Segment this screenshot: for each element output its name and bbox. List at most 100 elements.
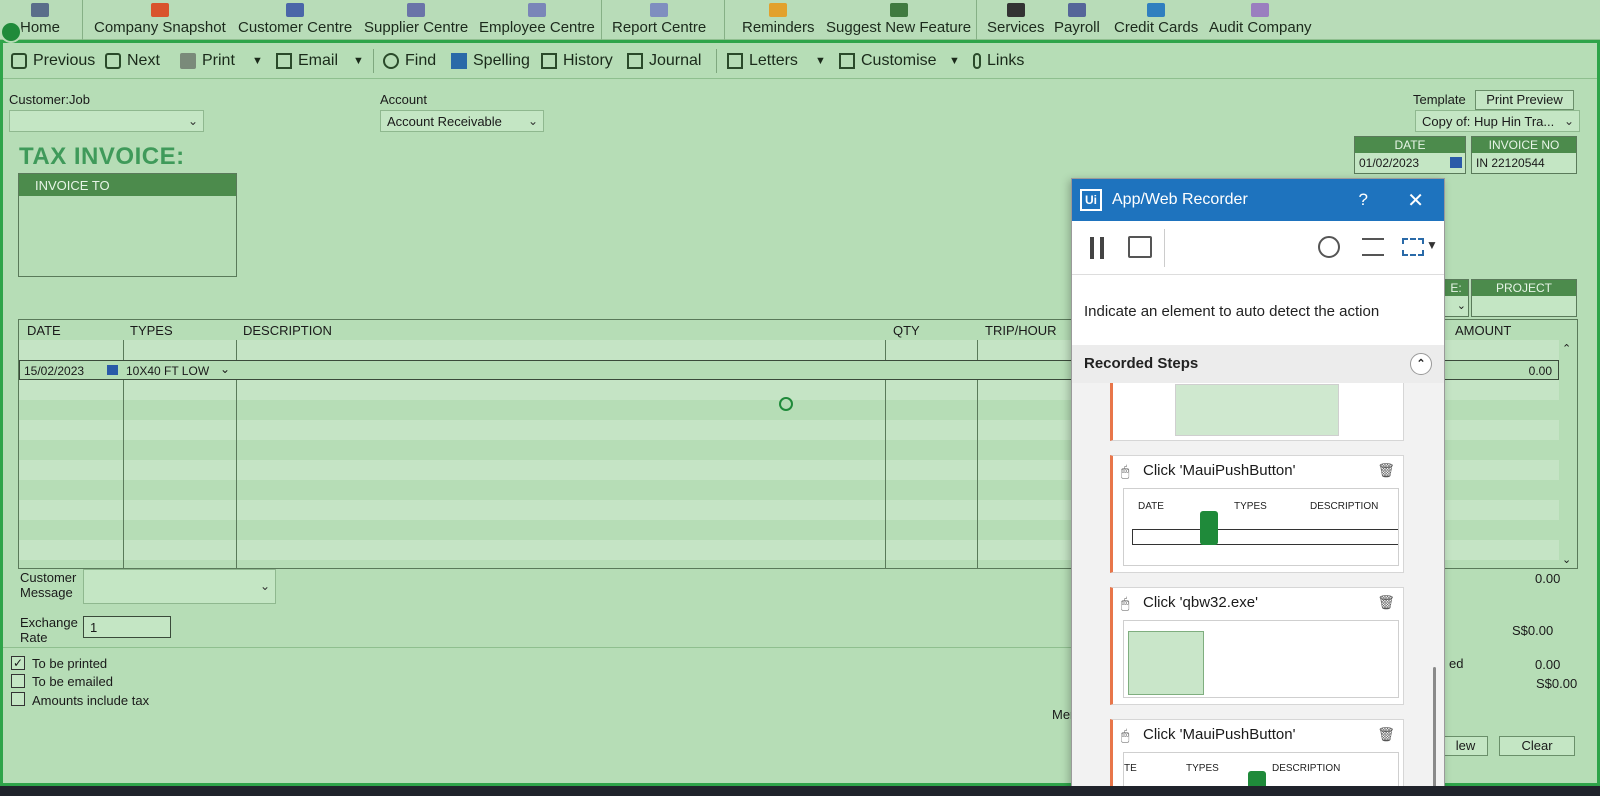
recorder-titlebar: Ui App/Web Recorder ? ✕ bbox=[1072, 179, 1444, 221]
employees-icon bbox=[527, 3, 546, 17]
e-header: E: bbox=[1444, 280, 1468, 296]
customise-label: Customise bbox=[861, 52, 937, 69]
journal-button[interactable]: Journal bbox=[627, 43, 701, 79]
services-button[interactable]: Services bbox=[987, 0, 1045, 40]
save-icon[interactable] bbox=[1128, 236, 1152, 258]
company-snapshot-button[interactable]: Company Snapshot bbox=[94, 0, 226, 40]
invoice-no-box: INVOICE NO IN 22120544 bbox=[1471, 136, 1577, 174]
list-item[interactable]: 🖱 Click 'MauiPushButton' 🗑 DATE TYPES DE… bbox=[1110, 455, 1404, 573]
suggest-feature-button[interactable]: Suggest New Feature bbox=[826, 0, 971, 40]
row-type[interactable]: 10X40 FT LOW bbox=[126, 364, 209, 378]
reminders-button[interactable]: Reminders bbox=[742, 0, 815, 40]
close-button[interactable]: ✕ bbox=[1407, 188, 1424, 213]
scroll-down-icon[interactable]: ⌄ bbox=[1562, 553, 1571, 566]
print-dropdown[interactable]: ▼ bbox=[252, 43, 263, 79]
target-settings-icon[interactable] bbox=[1318, 236, 1340, 258]
print-preview-button[interactable]: Print Preview bbox=[1475, 90, 1574, 110]
project-field[interactable] bbox=[1472, 296, 1576, 316]
chevron-down-icon[interactable]: ⌄ bbox=[220, 362, 230, 376]
divider bbox=[1164, 229, 1165, 267]
list-item[interactable] bbox=[1110, 383, 1404, 441]
column-description: DESCRIPTION bbox=[243, 323, 332, 338]
customise-button[interactable]: Customise bbox=[839, 43, 937, 79]
template-select[interactable]: Copy of: Hup Hin Tra... ⌄ bbox=[1415, 110, 1580, 132]
row-date[interactable]: 15/02/2023 bbox=[24, 364, 84, 378]
payroll-button[interactable]: Payroll bbox=[1054, 0, 1100, 40]
amounts-include-tax-checkbox[interactable] bbox=[11, 692, 25, 706]
journal-icon bbox=[627, 53, 643, 69]
divider bbox=[3, 647, 1073, 648]
date-box: DATE 01/02/2023 bbox=[1354, 136, 1466, 174]
trash-icon[interactable]: 🗑 bbox=[1377, 594, 1395, 611]
account-select[interactable]: Account Receivable ⌄ bbox=[380, 110, 544, 132]
template-value: Copy of: Hup Hin Tra... bbox=[1422, 114, 1555, 129]
history-button[interactable]: History bbox=[541, 43, 613, 79]
chevron-down-icon[interactable]: ▼ bbox=[1426, 238, 1438, 252]
audit-company-button[interactable]: Audit Company bbox=[1209, 0, 1312, 40]
step-thumbnail bbox=[1175, 384, 1339, 436]
trash-icon[interactable]: 🗑 bbox=[1377, 726, 1395, 743]
to-be-emailed-label: To be emailed bbox=[32, 674, 113, 689]
invoice-no-field[interactable]: IN 22120544 bbox=[1472, 153, 1576, 173]
collapse-button[interactable]: ⌃ bbox=[1410, 353, 1432, 375]
project-header: PROJECT bbox=[1472, 280, 1576, 296]
home-button[interactable]: Home bbox=[20, 0, 60, 40]
customer-job-select[interactable]: ⌄ bbox=[9, 110, 204, 132]
calendar-icon[interactable] bbox=[1450, 157, 1462, 168]
customer-centre-button[interactable]: Customer Centre bbox=[238, 0, 352, 40]
list-item[interactable]: 🖱 Click 'qbw32.exe' 🗑 bbox=[1110, 587, 1404, 705]
step-title: 🖱 Click 'MauiPushButton' 🗑 bbox=[1113, 456, 1403, 484]
balance-due-value: S$0.00 bbox=[1536, 676, 1578, 691]
customer-message-label-1: Customer bbox=[20, 570, 77, 585]
save-new-button[interactable]: lew bbox=[1443, 736, 1488, 756]
calendar-icon[interactable] bbox=[107, 365, 118, 375]
previous-label: Previous bbox=[33, 52, 96, 69]
payments-applied-value: 0.00 bbox=[1535, 657, 1561, 672]
exchange-rate-label-1: Exchange bbox=[20, 615, 78, 630]
steps-scrollbar[interactable] bbox=[1433, 667, 1436, 795]
print-button[interactable]: Print bbox=[180, 43, 235, 79]
letters-button[interactable]: Letters bbox=[727, 43, 798, 79]
report-centre-button[interactable]: Report Centre bbox=[612, 0, 706, 40]
to-be-emailed-checkbox[interactable] bbox=[11, 674, 25, 688]
employee-centre-button[interactable]: Employee Centre bbox=[479, 0, 595, 40]
previous-button[interactable]: Previous bbox=[11, 43, 95, 79]
table-scrollbar[interactable]: ⌃ ⌄ bbox=[1559, 340, 1577, 568]
trash-icon[interactable]: 🗑 bbox=[1377, 462, 1395, 479]
recorder-instruction: Indicate an element to auto detect the a… bbox=[1072, 275, 1444, 345]
letters-dropdown[interactable]: ▼ bbox=[815, 43, 826, 79]
recorded-steps-header: Recorded Steps ⌃ bbox=[1072, 345, 1444, 383]
invoice-to-box[interactable]: INVOICE TO bbox=[18, 173, 237, 277]
recording-target-icon bbox=[0, 21, 22, 43]
column-types: TYPES bbox=[130, 323, 173, 338]
date-field[interactable]: 01/02/2023 bbox=[1355, 153, 1465, 173]
previous-icon bbox=[11, 53, 27, 69]
exchange-rate-input[interactable]: 1 bbox=[83, 616, 171, 638]
e-field[interactable]: ⌄ bbox=[1444, 296, 1468, 316]
credit-cards-button[interactable]: Credit Cards bbox=[1114, 0, 1198, 40]
spelling-label: Spelling bbox=[473, 52, 530, 69]
supplier-centre-button[interactable]: Supplier Centre bbox=[364, 0, 468, 40]
list-item[interactable]: 🖱 Click 'MauiPushButton' 🗑 TE TYPES DESC… bbox=[1110, 719, 1404, 795]
help-button[interactable]: ? bbox=[1359, 190, 1368, 210]
clear-button[interactable]: Clear bbox=[1499, 736, 1575, 756]
to-be-printed-checkbox[interactable]: ✓ bbox=[11, 656, 25, 670]
spelling-button[interactable]: Spelling bbox=[451, 43, 530, 79]
recorded-steps-title: Recorded Steps bbox=[1084, 355, 1199, 372]
customise-dropdown[interactable]: ▼ bbox=[949, 43, 960, 79]
recorded-steps-list: 🖱 Click 'MauiPushButton' 🗑 DATE TYPES DE… bbox=[1072, 383, 1444, 795]
scroll-up-icon[interactable]: ⌃ bbox=[1562, 342, 1571, 355]
links-button[interactable]: Links bbox=[973, 43, 1024, 79]
email-dropdown[interactable]: ▼ bbox=[353, 43, 364, 79]
payroll-label: Payroll bbox=[1054, 19, 1100, 36]
next-button[interactable]: Next bbox=[105, 43, 160, 79]
find-button[interactable]: Find bbox=[383, 43, 436, 79]
selection-mode-icon[interactable] bbox=[1402, 238, 1424, 256]
customer-message-select[interactable]: ⌄ bbox=[83, 569, 276, 604]
pause-icon[interactable] bbox=[1090, 237, 1104, 259]
target-marker-icon bbox=[1200, 511, 1218, 545]
exchange-rate-label-2: Rate bbox=[20, 630, 48, 645]
checklist-icon[interactable] bbox=[1362, 238, 1384, 256]
divider bbox=[601, 0, 602, 40]
email-button[interactable]: Email bbox=[276, 43, 338, 79]
